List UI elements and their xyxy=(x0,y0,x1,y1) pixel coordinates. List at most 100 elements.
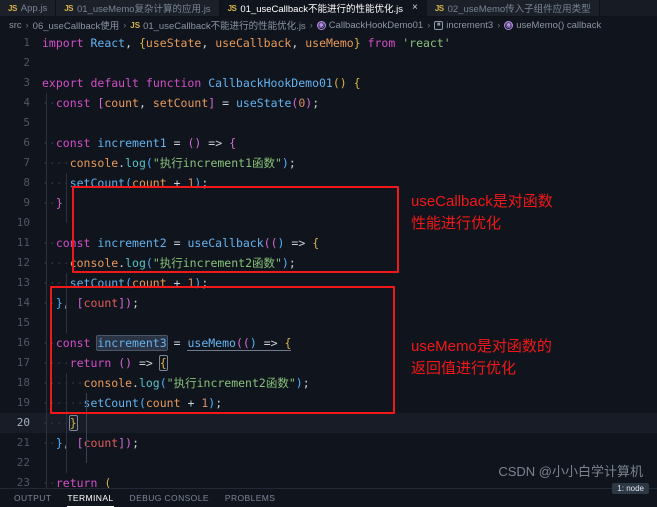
breadcrumb-item-symbol-component[interactable]: ◉ CallbackHookDemo01 xyxy=(316,19,424,31)
editor-tab-label: 02_useMemo传入子组件应用类型 xyxy=(447,4,591,15)
code-text: ······setCount(count + 1); xyxy=(42,396,223,410)
line-number: 18 xyxy=(16,376,30,389)
code-text: ··const [count, setCount] = useState(0); xyxy=(42,96,320,110)
annotation-text-usecallback: useCallback是对函数 性能进行优化 xyxy=(411,193,553,232)
line-number: 2 xyxy=(23,56,30,69)
code-line[interactable]: 12 ····console.log("执行increment2函数"); xyxy=(0,253,657,273)
code-line[interactable]: 4 ··const [count, setCount] = useState(0… xyxy=(0,93,657,113)
code-text: ··}, [count]); xyxy=(42,296,140,310)
vscode-window: JS App.js JS 01_useMemo复杂计算的应用.js JS 01_… xyxy=(0,0,657,507)
code-line[interactable]: 14 ··}, [count]); xyxy=(0,293,657,313)
breadcrumb-item-folder[interactable]: 06_useCallback使用 xyxy=(33,18,120,32)
code-line[interactable]: 10 xyxy=(0,213,657,233)
line-number: 16 xyxy=(16,336,30,349)
line-number: 17 xyxy=(16,356,30,369)
code-text: ······console.log("执行increment2函数"); xyxy=(42,376,310,390)
annotation-text-usememo: useMemo是对函数的 返回值进行优化 xyxy=(411,338,552,377)
indent-guide xyxy=(46,93,47,488)
breadcrumb-separator: › xyxy=(497,20,501,30)
watermark: CSDN @小小白学计算机 xyxy=(498,464,643,479)
breadcrumb-item-symbol-variable[interactable]: ■ increment3 xyxy=(434,20,493,31)
indent-guide xyxy=(66,373,67,473)
code-line[interactable]: 11 ··const increment2 = useCallback(() =… xyxy=(0,233,657,253)
editor-tab-usememo-complex[interactable]: JS 01_useMemo复杂计算的应用.js xyxy=(56,0,220,16)
code-text: ··const increment1 = () => { xyxy=(42,136,237,150)
code-text: ··}, [count]); xyxy=(42,436,140,450)
code-line[interactable]: 9 ··} xyxy=(0,193,657,213)
editor-tab-usememo-child-component[interactable]: JS 02_useMemo传入子组件应用类型 xyxy=(426,0,600,16)
breadcrumb-separator: › xyxy=(427,20,431,30)
code-line[interactable]: 6 ··const increment1 = () => { xyxy=(0,133,657,153)
code-line[interactable]: 13 ····setCount(count + 1); xyxy=(0,273,657,293)
close-icon[interactable]: × xyxy=(412,3,418,13)
variable-symbol-icon: ■ xyxy=(434,20,444,30)
code-text: ····setCount(count + 1); xyxy=(42,276,209,290)
panel-tab-terminal[interactable]: TERMINAL xyxy=(67,490,114,507)
panel-tab-problems[interactable]: PROBLEMS xyxy=(225,490,275,506)
editor-tab-label: 01_useMemo复杂计算的应用.js xyxy=(77,4,211,15)
breadcrumb-item-symbol-callback[interactable]: ◉ useMemo() callback xyxy=(504,20,601,31)
line-number: 20 xyxy=(16,416,30,429)
line-number: 13 xyxy=(16,276,30,289)
code-line[interactable]: 16 ··const increment3 = useMemo(() => { xyxy=(0,333,657,353)
line-number: 3 xyxy=(23,76,30,89)
editor-tab-app-js[interactable]: JS App.js xyxy=(0,0,57,16)
code-line[interactable]: 21 ··}, [count]); xyxy=(0,433,657,453)
line-number: 1 xyxy=(23,36,30,49)
line-number: 9 xyxy=(23,196,30,209)
code-line[interactable]: 2 xyxy=(0,53,657,73)
breadcrumb-separator: › xyxy=(309,20,313,30)
code-line[interactable]: 17 ····return () => { xyxy=(0,353,657,373)
code-line[interactable]: 18 ······console.log("执行increment2函数"); xyxy=(0,373,657,393)
editor-tab-label: App.js xyxy=(20,2,48,14)
breadcrumb-label: 01_useCallback不能进行的性能优化.js xyxy=(143,21,306,32)
breadcrumb-item-file[interactable]: JS 01_useCallback不能进行的性能优化.js xyxy=(130,18,306,33)
indent-guide xyxy=(66,273,67,333)
breadcrumb-label: CallbackHookDemo01 xyxy=(328,19,424,31)
line-number: 6 xyxy=(23,136,30,149)
line-number: 10 xyxy=(16,216,30,229)
code-line-current[interactable]: 20 ····} xyxy=(0,413,657,433)
code-text: ····return () => { xyxy=(42,355,168,371)
code-line[interactable]: 1 import React, {useState, useCallback, … xyxy=(0,33,657,53)
function-symbol-icon: ◉ xyxy=(316,20,326,30)
breadcrumb-label: src xyxy=(9,19,22,31)
code-lines[interactable]: 1 import React, {useState, useCallback, … xyxy=(0,33,657,488)
code-text: ····} xyxy=(42,415,78,431)
js-file-icon: JS xyxy=(64,3,73,13)
breadcrumb: src › 06_useCallback使用 › JS 01_useCallba… xyxy=(0,17,657,33)
panel-tab-output[interactable]: OUTPUT xyxy=(14,490,51,506)
js-file-icon: JS xyxy=(130,20,141,30)
line-number: 5 xyxy=(23,116,30,129)
code-editor[interactable]: 1 import React, {useState, useCallback, … xyxy=(0,33,657,488)
code-line[interactable]: 3 export default function CallbackHookDe… xyxy=(0,73,657,93)
code-text: ····setCount(count + 1); xyxy=(42,176,209,190)
code-line[interactable]: 15 xyxy=(0,313,657,333)
breadcrumb-label: increment3 xyxy=(446,19,494,31)
code-text: import React, {useState, useCallback, us… xyxy=(42,36,451,50)
code-line[interactable]: 5 xyxy=(0,113,657,133)
code-line[interactable]: 19 ······setCount(count + 1); xyxy=(0,393,657,413)
line-number: 22 xyxy=(16,456,30,469)
function-symbol-icon: ◉ xyxy=(504,20,514,30)
breadcrumb-separator: › xyxy=(25,20,29,30)
breadcrumb-item-src[interactable]: src xyxy=(9,20,22,31)
breadcrumb-label: 06_useCallback使用 xyxy=(32,21,120,32)
line-number: 14 xyxy=(16,296,30,309)
panel-tab-debug-console[interactable]: DEBUG CONSOLE xyxy=(130,490,209,506)
js-file-icon: JS xyxy=(227,3,237,13)
editor-tab-label: 01_useCallback不能进行的性能优化.js xyxy=(240,4,403,15)
code-text: ··const increment2 = useCallback(() => { xyxy=(42,236,320,250)
code-text: ····console.log("执行increment1函数"); xyxy=(42,156,296,170)
text-cursor xyxy=(76,417,78,430)
indent-guide xyxy=(86,393,87,463)
code-line[interactable]: 8 ····setCount(count + 1); xyxy=(0,173,657,193)
editor-tab-bar: JS App.js JS 01_useMemo复杂计算的应用.js JS 01_… xyxy=(0,0,657,17)
editor-tab-usecallback-active[interactable]: JS 01_useCallback不能进行的性能优化.js × xyxy=(219,0,427,16)
panel-tab-bar: OUTPUT TERMINAL DEBUG CONSOLE PROBLEMS xyxy=(0,488,657,507)
line-number: 21 xyxy=(16,436,30,449)
code-text: ··const increment3 = useMemo(() => { xyxy=(42,335,292,351)
line-number: 19 xyxy=(16,396,30,409)
breadcrumb-separator: › xyxy=(123,20,127,30)
code-line[interactable]: 7 ····console.log("执行increment1函数"); xyxy=(0,153,657,173)
